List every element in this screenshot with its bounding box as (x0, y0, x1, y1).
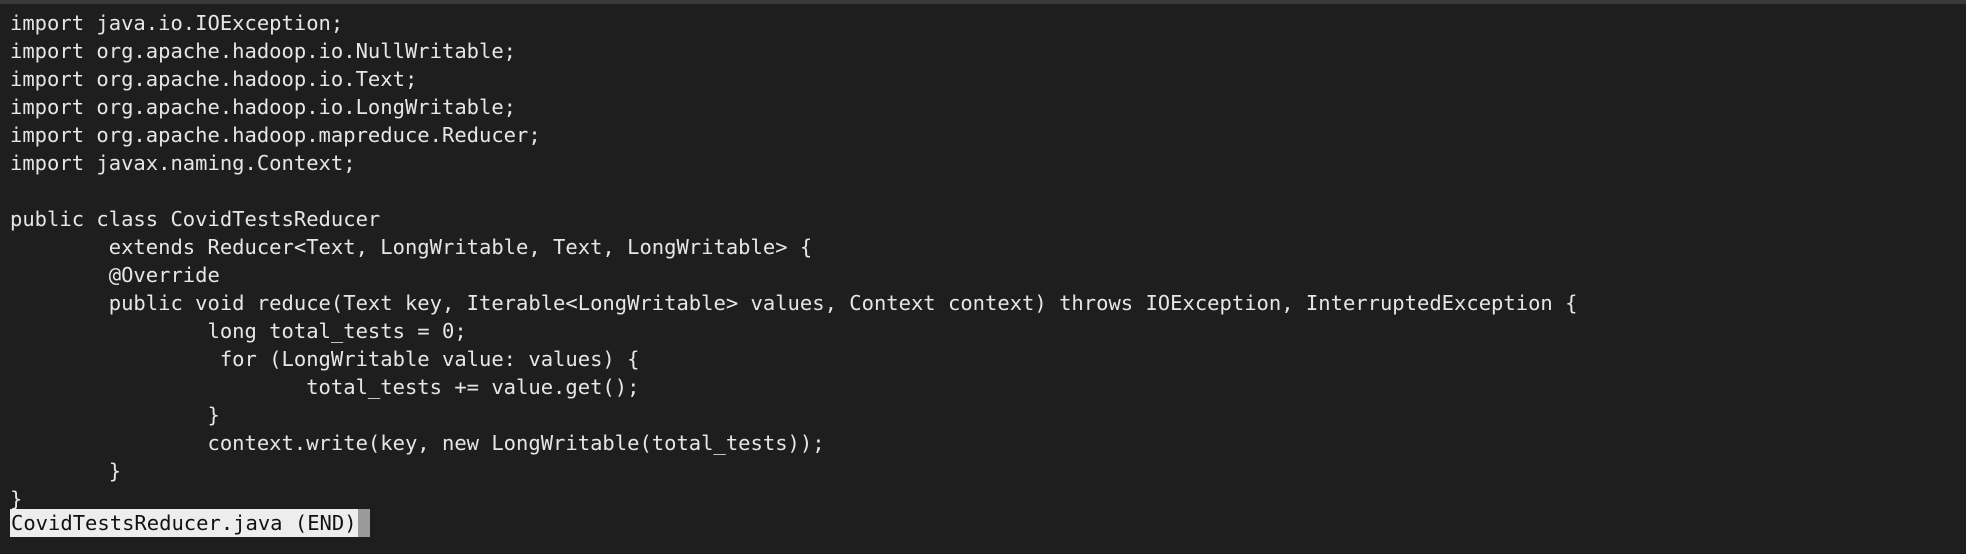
code-line: } (10, 459, 122, 483)
terminal-window[interactable]: import java.io.IOException; import org.a… (0, 4, 1966, 554)
code-line: @Override (10, 263, 220, 287)
text-cursor (357, 509, 370, 537)
code-line: long total_tests = 0; (10, 319, 467, 343)
pager-status-line: CovidTestsReducer.java (END) (10, 509, 370, 537)
code-line: public class CovidTestsReducer (10, 207, 381, 231)
pager-status-text: CovidTestsReducer.java (END) (10, 509, 358, 537)
code-viewer: import java.io.IOException; import org.a… (10, 9, 1577, 513)
code-line: public void reduce(Text key, Iterable<Lo… (10, 291, 1578, 315)
code-line: import org.apache.hadoop.io.NullWritable… (10, 39, 517, 63)
code-line: context.write(key, new LongWritable(tota… (10, 431, 825, 455)
code-line: for (LongWritable value: values) { (10, 347, 640, 371)
code-line: total_tests += value.get(); (10, 375, 640, 399)
code-line: import org.apache.hadoop.mapreduce.Reduc… (10, 123, 541, 147)
code-line: import javax.naming.Context; (10, 151, 356, 175)
code-line: extends Reducer<Text, LongWritable, Text… (10, 235, 813, 259)
code-line: import org.apache.hadoop.io.Text; (10, 67, 418, 91)
code-line: } (10, 403, 220, 427)
code-line: import java.io.IOException; (10, 11, 344, 35)
code-line: import org.apache.hadoop.io.LongWritable… (10, 95, 517, 119)
